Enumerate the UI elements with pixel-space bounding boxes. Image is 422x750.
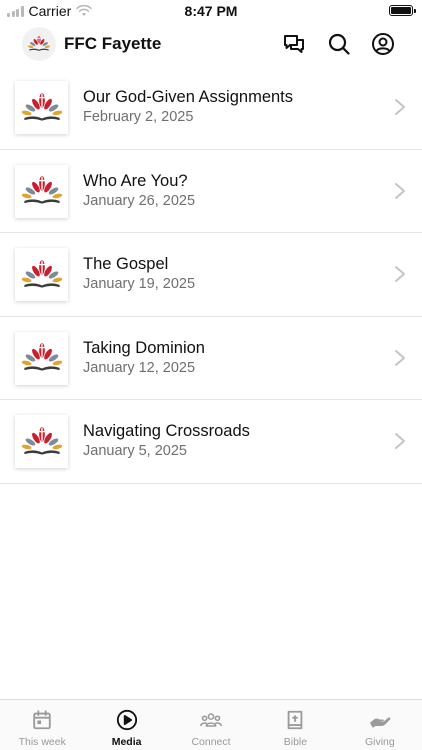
chevron-right-icon [395, 349, 405, 366]
sermon-date: January 12, 2025 [83, 359, 196, 376]
tab-bar: This week Media Connect Bible Giving [0, 699, 422, 750]
sermon-thumbnail [15, 248, 68, 302]
church-logo-icon [21, 259, 62, 288]
tab-bible[interactable]: Bible [253, 700, 337, 750]
tab-connect[interactable]: Connect [169, 700, 253, 750]
status-time: 8:47 PM [184, 3, 238, 19]
sermon-list: Our God-Given Assignments February 2, 20… [0, 66, 422, 484]
account-button[interactable] [370, 31, 396, 57]
tab-this-week[interactable]: This week [0, 700, 84, 750]
sermon-date: January 5, 2025 [83, 443, 187, 460]
sermon-title: Taking Dominion [83, 338, 205, 357]
church-logo-icon [21, 176, 62, 204]
sermon-title: Who Are You? [83, 171, 188, 190]
chevron-right-icon [395, 433, 405, 450]
sermon-row[interactable]: The Gospel January 19, 2025 [0, 233, 422, 317]
sermon-thumbnail [15, 331, 68, 385]
calendar-icon [33, 710, 51, 730]
sermon-thumbnail [15, 164, 68, 218]
sermon-title: Navigating Crossroads [83, 422, 250, 441]
sermon-row[interactable]: Taking Dominion January 12, 2025 [0, 317, 422, 401]
church-logo-icon [27, 35, 51, 51]
tab-label: Giving [364, 736, 395, 748]
status-bar: Carrier 8:47 PM [0, 0, 422, 22]
chevron-right-icon [395, 99, 405, 115]
sermon-date: January 26, 2025 [83, 192, 196, 209]
tab-label: Connect [191, 736, 231, 748]
church-logo-icon [21, 92, 62, 121]
tab-media[interactable]: Media [84, 700, 168, 750]
app-header: FFC Fayette [0, 22, 422, 66]
tab-label: This week [18, 736, 66, 748]
account-icon [372, 33, 394, 55]
battery-icon [389, 5, 416, 16]
search-button[interactable] [326, 31, 352, 57]
tab-label: Media [111, 736, 142, 748]
sermon-title: The Gospel [83, 255, 169, 274]
sermon-title: Our God-Given Assignments [83, 88, 294, 106]
tab-giving[interactable]: Giving [338, 700, 422, 750]
sermon-thumbnail [15, 81, 68, 134]
sermon-row[interactable]: Navigating Crossroads January 5, 2025 [0, 400, 422, 484]
sermon-row[interactable]: Who Are You? January 26, 2025 [0, 150, 422, 234]
church-logo[interactable] [22, 27, 56, 61]
chat-icon [284, 35, 304, 53]
chevron-right-icon [395, 182, 405, 199]
bible-icon [288, 710, 303, 730]
church-logo-icon [21, 427, 62, 455]
chevron-right-icon [395, 266, 405, 283]
search-icon [328, 33, 350, 55]
sermon-date: February 2, 2025 [83, 109, 194, 125]
app-title: FFC Fayette [64, 34, 162, 53]
sermon-row[interactable]: Our God-Given Assignments February 2, 20… [0, 66, 422, 150]
sermon-thumbnail [15, 415, 68, 469]
people-icon [199, 713, 223, 727]
giving-hand-icon [369, 717, 391, 728]
sermon-date: January 19, 2025 [83, 276, 196, 293]
tab-label: Bible [283, 736, 308, 748]
church-logo-icon [21, 343, 62, 371]
play-icon [116, 709, 137, 731]
chat-button[interactable] [281, 31, 307, 57]
